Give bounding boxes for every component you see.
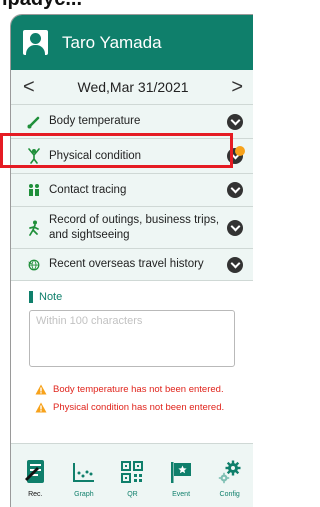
warning-message: Body temperature has not been entered. (35, 380, 253, 398)
event-icon (168, 459, 194, 485)
qr-icon (119, 459, 145, 485)
row-overseas-travel[interactable]: Recent overseas travel history (11, 248, 253, 281)
chevron-down-icon[interactable] (227, 113, 243, 130)
tab-label: Event (172, 490, 191, 498)
globe-plane-icon (27, 257, 41, 273)
tab-label: QR (127, 490, 138, 498)
app-header: Taro Yamada (11, 15, 253, 70)
tab-config[interactable]: Config (205, 444, 253, 507)
row-label: Recent overseas travel history (49, 258, 204, 270)
tab-event[interactable]: Event (157, 444, 206, 507)
current-date: Wed,Mar 31/2021 (77, 79, 189, 95)
previous-date-button[interactable]: < (23, 77, 35, 97)
row-label: Physical condition (49, 149, 142, 162)
warning-list: Body temperature has not been entered. P… (11, 380, 253, 416)
tab-qr[interactable]: QR (108, 444, 157, 507)
chevron-down-icon[interactable] (227, 256, 243, 273)
thermometer-icon (27, 114, 41, 130)
note-heading: Note (29, 291, 243, 303)
chevron-down-icon[interactable] (227, 219, 243, 236)
warning-message: Physical condition has not been entered. (35, 398, 253, 416)
user-name: Taro Yamada (62, 32, 162, 52)
indicator-dot (235, 146, 245, 156)
warning-icon (35, 384, 47, 394)
person-stretch-icon (27, 148, 41, 164)
avatar-head (30, 33, 41, 44)
warning-icon (35, 402, 47, 412)
note-heading-marker (29, 291, 33, 303)
record-icon (22, 459, 48, 485)
row-physical-condition[interactable]: Physical condition (11, 138, 253, 173)
next-date-button[interactable]: > (231, 77, 243, 97)
row-contact-tracing[interactable]: Contact tracing (11, 173, 253, 206)
note-title: Note (39, 291, 63, 303)
tab-rec[interactable]: Rec. (11, 444, 60, 507)
graph-icon (71, 459, 97, 485)
row-body-temperature[interactable]: Body temperature (11, 104, 253, 138)
record-list: Body temperature Physical condition Cont… (11, 104, 253, 281)
avatar-shoulders (26, 45, 45, 55)
note-section: Note (11, 281, 253, 372)
bottom-tab-bar: Rec. Graph QR Event Config (11, 443, 253, 507)
avatar[interactable] (23, 30, 48, 55)
walking-person-icon (27, 220, 41, 236)
row-label: Body temperature (49, 115, 141, 127)
warning-text: Body temperature has not been entered. (53, 383, 224, 395)
tab-label: Rec. (28, 490, 43, 498)
chevron-down-icon[interactable] (227, 182, 243, 198)
row-record-of-outings[interactable]: Record of outings, business trips, and s… (11, 206, 253, 248)
row-label: Contact tracing (49, 183, 127, 196)
tab-label: Config (219, 490, 240, 498)
note-input[interactable] (29, 310, 235, 367)
two-people-icon (27, 182, 41, 198)
tab-graph[interactable]: Graph (60, 444, 109, 507)
top-cropped-text: ipadyc... (0, 0, 255, 12)
app-frame: Taro Yamada < Wed,Mar 31/2021 > Body tem… (10, 14, 253, 507)
tab-label: Graph (74, 490, 94, 498)
gear-icon (217, 459, 243, 485)
warning-text: Physical condition has not been entered. (53, 401, 225, 413)
row-label: Record of outings, business trips, and s… (49, 213, 220, 241)
date-navigation: < Wed,Mar 31/2021 > (11, 70, 253, 104)
